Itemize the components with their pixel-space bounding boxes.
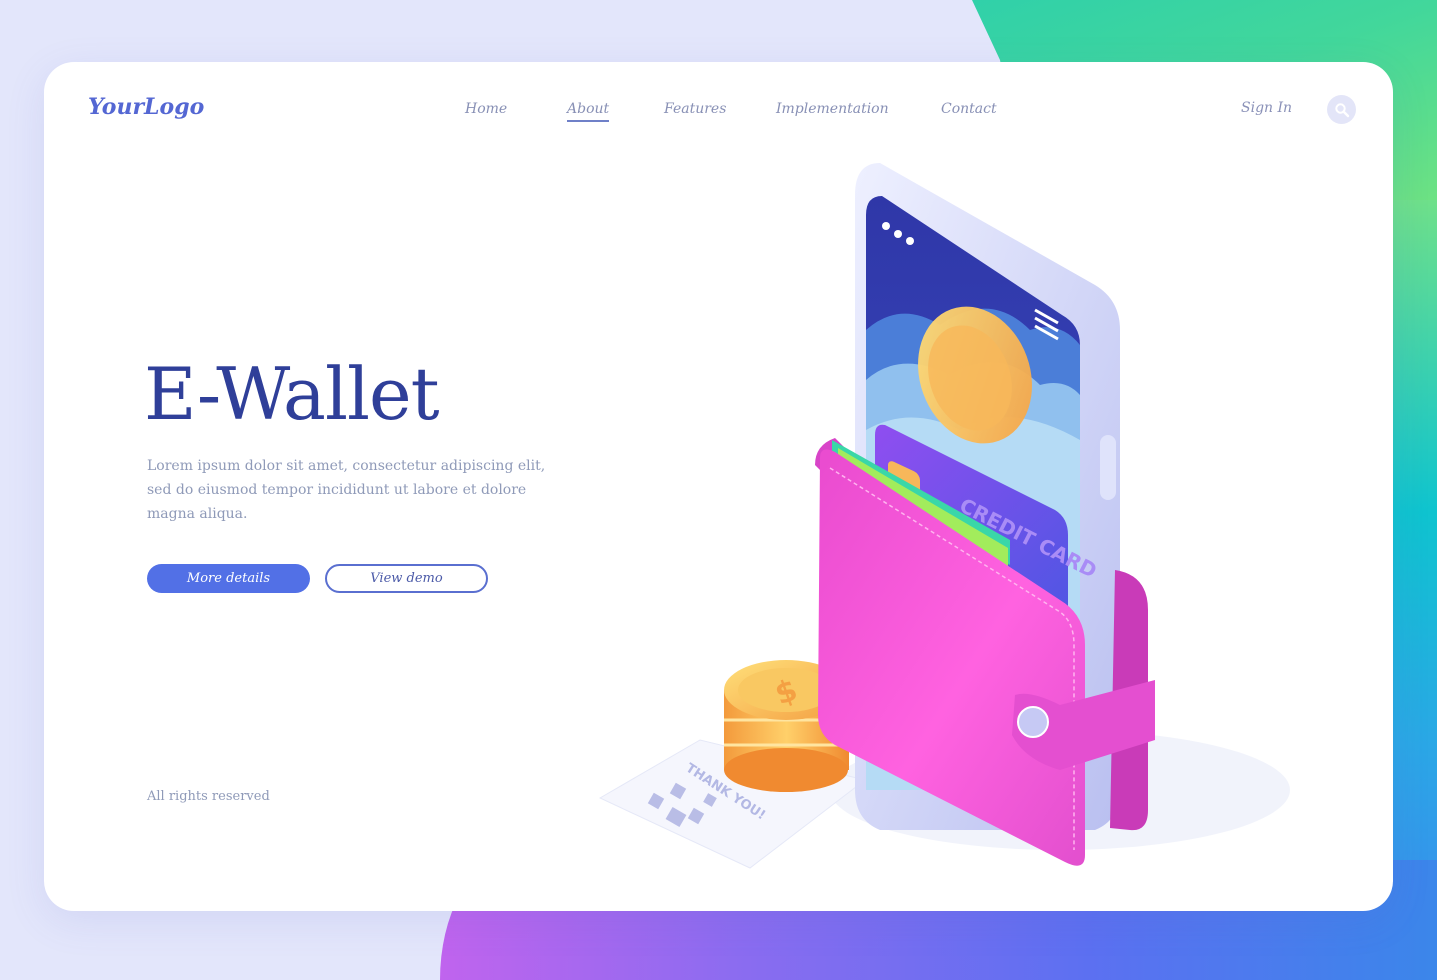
copyright-note: All rights reserved (147, 789, 270, 804)
nav-about[interactable]: About (567, 101, 610, 122)
search-icon (1334, 102, 1349, 117)
more-details-button[interactable]: More details (147, 564, 310, 593)
page-title: E-Wallet (144, 352, 440, 436)
nav-features[interactable]: Features (664, 101, 726, 117)
logo[interactable]: YourLogo (88, 94, 204, 120)
nav-home[interactable]: Home (465, 101, 507, 117)
search-button[interactable] (1327, 95, 1356, 124)
sign-in-link[interactable]: Sign In (1241, 100, 1292, 116)
nav-implementation[interactable]: Implementation (776, 101, 889, 117)
view-demo-button[interactable]: View demo (325, 564, 488, 593)
hero-description: Lorem ipsum dolor sit amet, consectetur … (147, 458, 546, 522)
landing-card: YourLogo Home About Features Implementat… (44, 62, 1393, 911)
nav-contact[interactable]: Contact (941, 101, 997, 117)
